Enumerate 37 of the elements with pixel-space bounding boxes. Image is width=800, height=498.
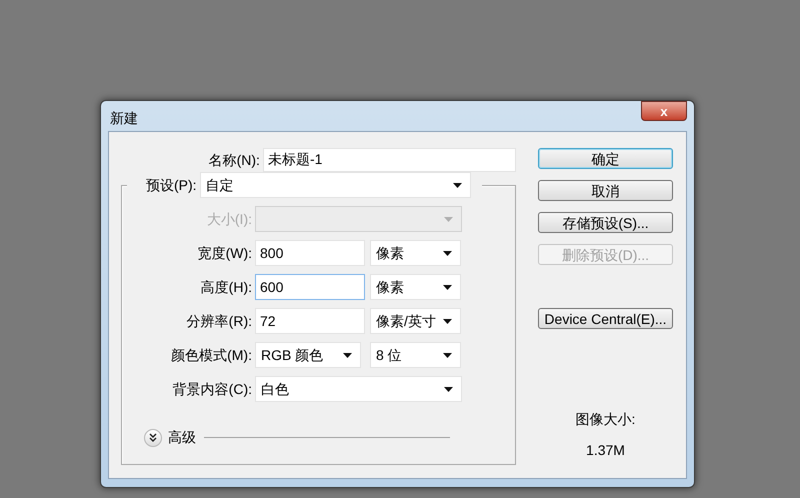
field-label: 分辨率(R): bbox=[186, 312, 253, 331]
dropdown-arrow-icon bbox=[444, 386, 453, 392]
preset-label: 预设(P): bbox=[145, 176, 198, 195]
name-input[interactable]: 未标题-1 bbox=[262, 148, 516, 172]
window-title: 新建 bbox=[110, 109, 138, 128]
unit-select[interactable]: 像素/英寸 bbox=[370, 308, 461, 334]
advanced-label: 高级 bbox=[168, 428, 196, 447]
dialog-button[interactable]: 确定 bbox=[538, 148, 673, 169]
dropdown-arrow-icon bbox=[452, 182, 462, 188]
input-field[interactable]: 72 bbox=[255, 308, 365, 334]
dropdown-arrow-icon bbox=[443, 352, 452, 358]
dropdown-arrow-icon bbox=[443, 284, 452, 290]
expand-toggle[interactable] bbox=[144, 428, 162, 446]
preset-select[interactable]: 自定 bbox=[200, 172, 471, 198]
dropdown-arrow-icon bbox=[444, 216, 453, 222]
bit-depth-select[interactable]: 8 位 bbox=[370, 342, 461, 368]
dropdown-arrow-icon bbox=[443, 250, 452, 256]
input-field[interactable]: 800 bbox=[255, 240, 365, 266]
dropdown-arrow-icon bbox=[343, 352, 352, 358]
image-size-value: 1.37M bbox=[585, 441, 626, 460]
field-label: 名称(N): bbox=[208, 150, 261, 170]
image-size-label: 图像大小: bbox=[574, 410, 636, 429]
field-label: 背景内容(C): bbox=[172, 380, 253, 399]
input-field[interactable]: 600 bbox=[255, 274, 365, 300]
dialog-button[interactable]: Device Central(E)... bbox=[538, 308, 673, 329]
background-select[interactable]: 白色 bbox=[255, 376, 462, 402]
chevron-icon bbox=[149, 433, 157, 442]
dialog-button[interactable]: 取消 bbox=[538, 180, 673, 201]
dropdown-arrow-icon bbox=[443, 318, 452, 324]
unit-select[interactable]: 像素 bbox=[370, 240, 461, 266]
field-label: 大小(I): bbox=[206, 210, 253, 229]
unit-select[interactable]: 像素 bbox=[370, 274, 461, 300]
dialog-button[interactable]: 存储预设(S)... bbox=[538, 212, 673, 233]
field-label: 高度(H): bbox=[200, 278, 253, 297]
field-label: 颜色模式(M): bbox=[170, 346, 253, 365]
field-label: 宽度(W): bbox=[196, 244, 253, 263]
color-mode-select[interactable]: RGB 颜色 bbox=[255, 342, 361, 368]
